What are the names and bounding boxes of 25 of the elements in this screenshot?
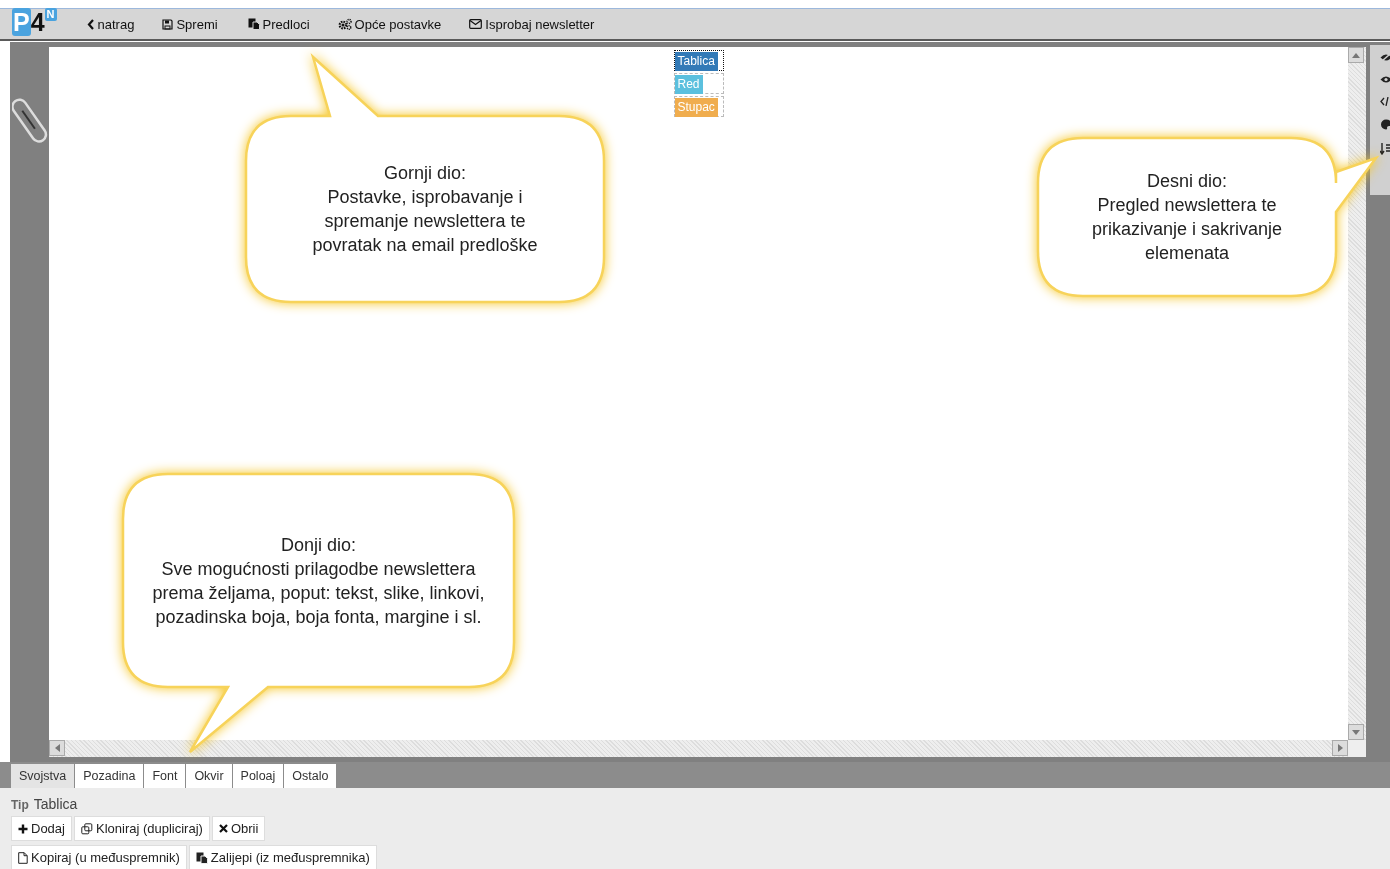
element-tag[interactable]: Tablica	[674, 52, 718, 71]
toolbar-button[interactable]: Predloci	[243, 16, 314, 32]
action-button[interactable]: Kopiraj (u međuspremnik)	[11, 845, 187, 869]
toolbar-button[interactable]: natrag	[82, 16, 139, 32]
tab[interactable]: Ostalo	[284, 764, 337, 788]
callout-title: Gornji dio:	[383, 162, 466, 185]
tab[interactable]: Okvir	[186, 764, 232, 788]
tab[interactable]: Poloaj	[232, 764, 284, 788]
tab[interactable]: Svojstva	[11, 764, 75, 788]
field-value: Tablica	[33, 796, 78, 812]
action-button[interactable]: Obrii	[211, 816, 266, 841]
field-label: Tip	[11, 798, 29, 812]
toolbar-button[interactable]: Isprobaj newsletter	[465, 16, 599, 32]
callout-title: Desni dio:	[1146, 170, 1227, 193]
callout-text: Sve mogućnosti prilagodbe newslettera prema željama, poput: tekst, slike, linkovi, pozadinska boja, boja fonta, margine i sl.	[151, 557, 486, 629]
action-button[interactable]: Dodaj	[11, 816, 72, 841]
callout-text: Postavke, isprobavanje i spremanje newslettera te povratak na email predloške	[311, 186, 539, 257]
toolbar-button[interactable]: Spremi	[158, 16, 222, 32]
tab[interactable]: Font	[144, 764, 186, 788]
tab[interactable]: Pozadina	[75, 764, 144, 788]
callout-text: Pregled newslettera te prikazivanje i sakrivanje elemenata	[1090, 194, 1284, 265]
action-button[interactable]: Kloniraj (dupliciraj)	[73, 816, 210, 841]
action-button[interactable]: Zalijepi (iz međuspremnika)	[188, 845, 377, 869]
toolbar-button[interactable]: Opće postavke	[333, 16, 446, 32]
callout-title: Donji dio:	[280, 533, 356, 557]
